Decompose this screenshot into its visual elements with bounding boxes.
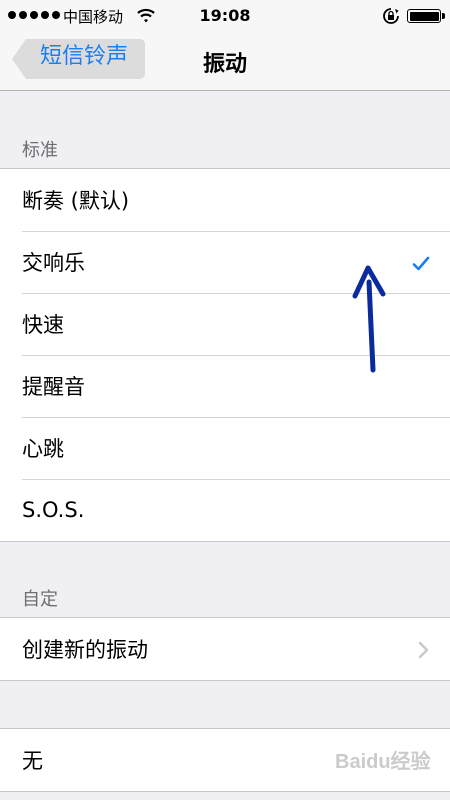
list-item-label: S.O.S. (22, 498, 85, 522)
section-header-standard: 标准 (22, 140, 58, 161)
list-item-label: 创建新的振动 (22, 638, 148, 662)
watermark-logo: Baidu经验 (335, 751, 431, 773)
annotation-arrow-icon (345, 262, 395, 382)
navigation-bar: 短信铃声 振动 (0, 30, 450, 91)
status-bar: 中国移动 19:08 (0, 0, 450, 30)
custom-vibration-list: 创建新的振动 (0, 617, 450, 681)
list-item[interactable]: S.O.S. (0, 479, 450, 541)
checkmark-icon (412, 253, 430, 277)
battery-icon (407, 9, 445, 23)
rotation-lock-icon (382, 7, 400, 29)
list-item[interactable]: 心跳 (0, 417, 450, 479)
list-item[interactable]: 断奏 (默认) (0, 169, 450, 231)
list-item-label: 断奏 (默认) (22, 189, 130, 213)
section-header-custom: 自定 (22, 589, 58, 610)
page-title: 振动 (202, 52, 247, 77)
list-item-label: 心跳 (22, 437, 64, 461)
chevron-right-icon (418, 640, 429, 664)
create-new-vibration-row[interactable]: 创建新的振动 (0, 618, 450, 680)
